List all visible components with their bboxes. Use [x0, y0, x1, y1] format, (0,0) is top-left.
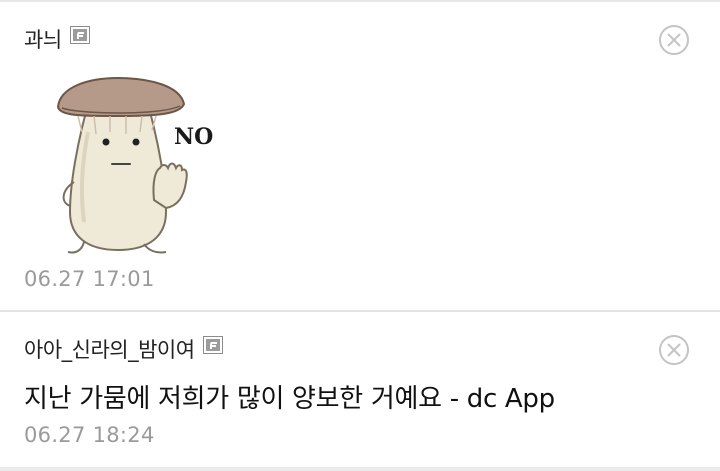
- fixed-nick-icon: [69, 26, 90, 44]
- fixed-nick-icon: [202, 336, 223, 354]
- delete-comment-icon[interactable]: [658, 334, 690, 366]
- mushroom-sticker: NO: [56, 76, 213, 254]
- comment-author[interactable]: 과늬: [24, 24, 90, 54]
- comment-timestamp: 06.27 17:01: [24, 267, 155, 291]
- comment-author[interactable]: 아아_신라의_밤이여: [24, 334, 223, 364]
- sticker-caption: NO: [174, 124, 213, 150]
- author-name[interactable]: 과늬: [24, 24, 62, 54]
- comment-divider: [0, 467, 720, 471]
- comment-timestamp: 06.27 18:24: [24, 423, 155, 447]
- comment-item: 과늬 NO 06.27 17:01: [0, 2, 720, 310]
- delete-comment-icon[interactable]: [658, 24, 690, 56]
- comment-item: 아아_신라의_밤이여 지난 가뭄에 저희가 많이 양보한 거예요 - dc Ap…: [0, 312, 720, 468]
- author-name[interactable]: 아아_신라의_밤이여: [24, 334, 195, 364]
- comment-text: 지난 가뭄에 저희가 많이 양보한 거예요 - dc App: [24, 384, 555, 414]
